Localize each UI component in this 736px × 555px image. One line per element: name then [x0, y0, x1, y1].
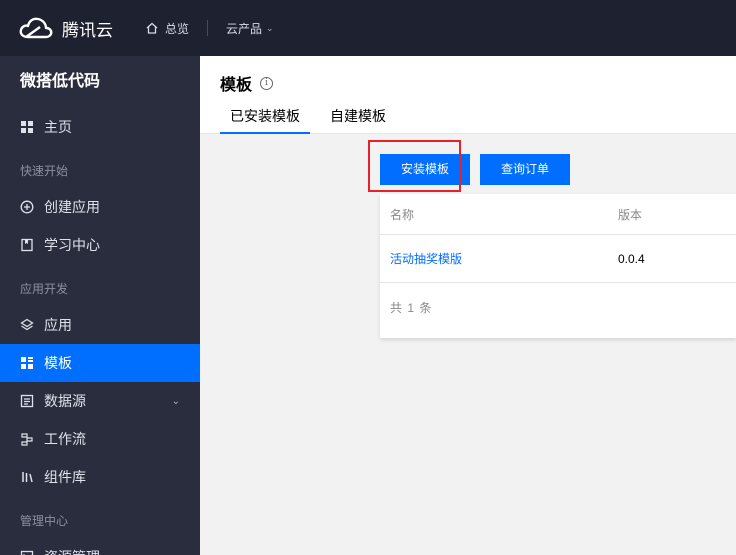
sidebar-item-label: 组件库: [44, 469, 86, 485]
sidebar-item-label: 学习中心: [44, 237, 100, 253]
table-row: 活动抽奖模版 0.0.4: [380, 235, 736, 283]
sidebar-item-resources[interactable]: 资源管理: [0, 538, 200, 555]
nav-overview-label: 总览: [165, 21, 190, 36]
sidebar-group-dev: 应用开发: [20, 282, 69, 296]
book-icon: [20, 238, 34, 252]
sidebar-item-workflow[interactable]: 工作流: [0, 420, 200, 458]
database-icon: [20, 394, 34, 408]
install-template-button[interactable]: 安装模板: [380, 154, 471, 185]
sidebar-item-label: 工作流: [44, 431, 86, 447]
tab-custom-templates[interactable]: 自建模板: [320, 106, 396, 134]
sidebar-item-learning[interactable]: 学习中心: [0, 226, 200, 264]
layers-icon: [20, 318, 34, 332]
table-header: 名称 版本: [380, 194, 736, 235]
sidebar: 微搭低代码 主页 快速开始 创建应用 学习中心 应用开发 应用 模板 数据源 ⌄…: [0, 56, 200, 555]
table-footer-count: 共 1 条: [390, 300, 433, 315]
template-name-link[interactable]: 活动抽奖模版: [390, 252, 462, 266]
info-icon[interactable]: i: [260, 76, 274, 90]
sidebar-item-templates[interactable]: 模板: [0, 344, 200, 382]
sidebar-item-components[interactable]: 组件库: [0, 458, 200, 496]
page-title-text: 模板: [220, 77, 253, 94]
plus-circle-icon: [20, 200, 34, 214]
page-title: 模板 i: [220, 71, 274, 95]
template-table: 名称 版本 活动抽奖模版 0.0.4 共 1 条: [380, 194, 736, 338]
home-icon: [146, 22, 158, 34]
chevron-down-icon: ⌄: [171, 395, 180, 407]
template-icon: [20, 356, 34, 370]
workflow-icon: [20, 432, 34, 446]
chevron-down-icon: ⌄: [266, 22, 274, 33]
resource-icon: [20, 550, 34, 555]
nav-divider: [207, 20, 209, 36]
tab-bar: 已安装模板 自建模板: [220, 106, 406, 134]
sidebar-item-create-app[interactable]: 创建应用: [0, 188, 200, 226]
main-header: 模板 i 已安装模板 自建模板: [200, 56, 736, 134]
sidebar-item-label: 数据源: [44, 393, 86, 409]
sidebar-item-home[interactable]: 主页: [0, 108, 200, 146]
sidebar-item-label: 应用: [44, 317, 72, 333]
sidebar-group-manage: 管理中心: [20, 514, 69, 528]
sidebar-item-label: 创建应用: [44, 199, 100, 215]
column-header-version: 版本: [618, 207, 643, 222]
tab-installed-templates[interactable]: 已安装模板: [220, 106, 310, 134]
sidebar-item-label: 主页: [44, 119, 72, 135]
column-header-name: 名称: [390, 207, 415, 222]
grid-icon: [20, 120, 34, 134]
cloud-logo-icon: [19, 17, 53, 39]
sidebar-item-label: 资源管理: [44, 547, 100, 555]
component-icon: [20, 470, 34, 484]
sidebar-title: 微搭低代码: [20, 73, 101, 90]
nav-overview[interactable]: 总览: [145, 20, 189, 37]
sidebar-item-datasource[interactable]: 数据源 ⌄: [0, 382, 200, 420]
template-version: 0.0.4: [618, 251, 645, 266]
query-orders-button[interactable]: 查询订单: [480, 154, 571, 185]
nav-products-dropdown[interactable]: 云产品 ⌄: [226, 20, 274, 37]
sidebar-item-apps[interactable]: 应用: [0, 306, 200, 344]
nav-products-label: 云产品: [226, 21, 263, 36]
brand-logo[interactable]: 腾讯云: [18, 0, 113, 56]
action-bar: 安装模板 查询订单: [380, 154, 580, 185]
top-bar: 腾讯云 总览 云产品 ⌄: [0, 0, 736, 56]
sidebar-item-label: 模板: [44, 355, 72, 371]
brand-name: 腾讯云: [62, 20, 113, 40]
sidebar-group-quickstart: 快速开始: [20, 164, 69, 178]
